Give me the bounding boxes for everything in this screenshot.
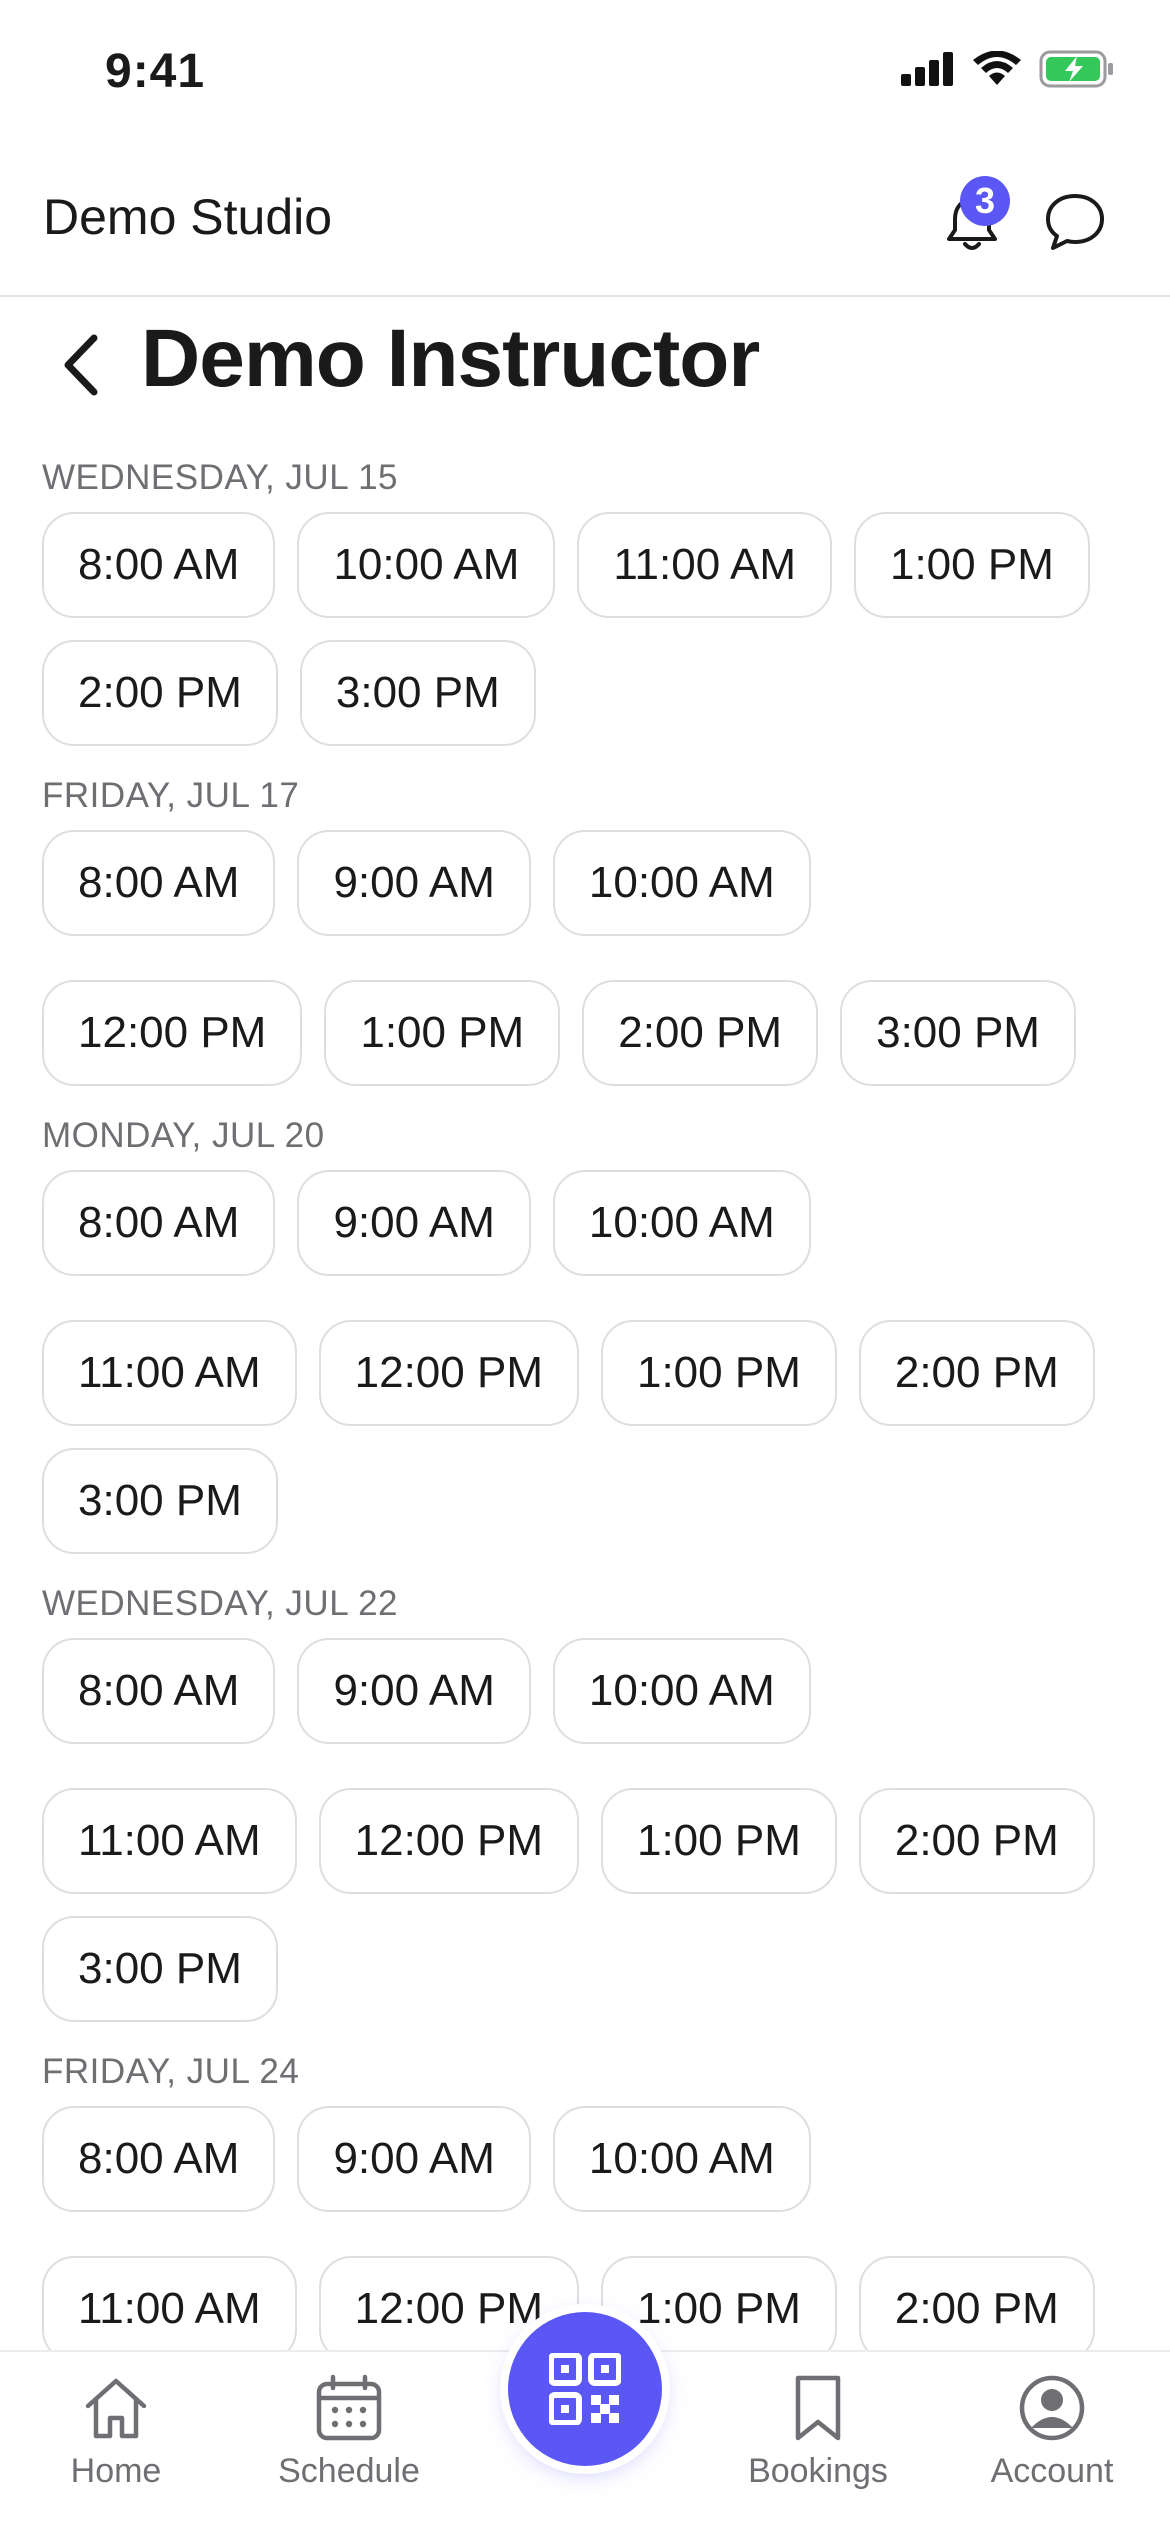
time-slot-button[interactable]: 1:00 PM [853,512,1090,618]
day-group: FRIDAY, JUL 17 8:00 AM 9:00 AM 10:00 AM … [0,776,1170,1086]
time-slot-button[interactable]: 12:00 PM [318,1788,579,1894]
time-slot-button[interactable]: 2:00 PM [858,1320,1095,1426]
page-title: Demo Instructor [141,313,760,404]
time-slot-list: 8:00 AM 9:00 AM 10:00 AM 12:00 PM 1:00 P… [42,830,1128,1086]
time-slot-button[interactable]: 1:00 PM [600,1788,837,1894]
day-label: FRIDAY, JUL 17 [42,776,300,815]
time-slot-button[interactable]: 8:00 AM [42,1170,276,1276]
day-group: FRIDAY, JUL 24 8:00 AM 9:00 AM 10:00 AM … [0,2052,1170,2350]
time-slot-list: 8:00 AM 9:00 AM 10:00 AM 11:00 AM 12:00 … [42,1170,1128,1554]
day-group: WEDNESDAY, JUL 15 8:00 AM 10:00 AM 11:00… [0,458,1170,746]
time-slot-button[interactable]: 10:00 AM [297,512,556,618]
time-slot-button[interactable]: 3:00 PM [299,640,536,746]
nav-schedule-label: Schedule [278,2452,420,2490]
cellular-signal-icon [901,52,953,86]
calendar-icon [316,2374,382,2441]
nav-bookings[interactable]: Bookings [723,2372,913,2491]
qr-scan-button[interactable] [508,2312,662,2466]
back-chevron-icon[interactable] [52,330,112,400]
time-slot-button[interactable]: 2:00 PM [858,2256,1095,2350]
time-slot-button[interactable]: 1:00 PM [324,980,561,1086]
status-bar: 9:41 [0,0,1170,150]
time-slot-button[interactable]: 12:00 PM [318,1320,579,1426]
day-label: MONDAY, JUL 20 [42,1116,325,1155]
time-slot-button[interactable]: 11:00 AM [577,512,832,618]
notification-badge: 3 [960,176,1010,226]
chat-bubble-icon[interactable] [1043,190,1107,254]
app-header: Demo Studio 3 [0,150,1170,297]
nav-home-label: Home [70,2452,162,2490]
time-slot-list: 8:00 AM 9:00 AM 10:00 AM 11:00 AM 12:00 … [42,1638,1128,2022]
time-slot-button[interactable]: 9:00 AM [297,1170,531,1276]
time-slot-button[interactable]: 9:00 AM [297,830,531,936]
time-slot-button[interactable]: 2:00 PM [582,980,819,1086]
time-slot-button[interactable]: 8:00 AM [42,830,276,936]
qr-code-icon [549,2353,621,2425]
studio-name: Demo Studio [43,189,333,245]
day-group: WEDNESDAY, JUL 22 8:00 AM 9:00 AM 10:00 … [0,1584,1170,2022]
nav-account[interactable]: Account [957,2372,1147,2491]
time-slot-button[interactable]: 2:00 PM [858,1788,1095,1894]
bookmark-icon [795,2375,841,2441]
time-slot-button[interactable]: 2:00 PM [42,640,278,746]
time-slot-button[interactable]: 12:00 PM [42,980,303,1086]
time-slot-button[interactable]: 3:00 PM [42,1916,278,2022]
time-slot-button[interactable]: 3:00 PM [840,980,1076,1086]
nav-schedule[interactable]: Schedule [254,2372,444,2491]
battery-charging-icon [1039,50,1113,88]
nav-bookings-label: Bookings [748,2452,888,2490]
time-slot-button[interactable]: 8:00 AM [42,2106,276,2212]
time-slot-button[interactable]: 10:00 AM [552,2106,811,2212]
home-icon [85,2378,147,2439]
status-time: 9:41 [105,45,206,98]
day-group: MONDAY, JUL 20 8:00 AM 9:00 AM 10:00 AM … [0,1116,1170,1554]
time-slot-button[interactable]: 11:00 AM [42,1788,297,1894]
time-slot-button[interactable]: 9:00 AM [297,1638,531,1744]
day-label: WEDNESDAY, JUL 22 [42,1584,399,1623]
time-slot-button[interactable]: 9:00 AM [297,2106,531,2212]
time-slot-list: 8:00 AM 10:00 AM 11:00 AM 1:00 PM 2:00 P… [42,512,1128,746]
time-slot-button[interactable]: 10:00 AM [552,1638,811,1744]
nav-home[interactable]: Home [21,2372,211,2491]
time-slot-button[interactable]: 11:00 AM [42,2256,297,2350]
schedule-list[interactable]: WEDNESDAY, JUL 15 8:00 AM 10:00 AM 11:00… [0,440,1170,2350]
status-icons [901,50,1115,88]
time-slot-button[interactable]: 11:00 AM [42,1320,297,1426]
time-slot-button[interactable]: 1:00 PM [600,1320,837,1426]
time-slot-button[interactable]: 3:00 PM [42,1448,278,1554]
day-label: WEDNESDAY, JUL 15 [42,458,399,497]
wifi-icon [973,51,1021,85]
time-slot-button[interactable]: 10:00 AM [552,1170,811,1276]
time-slot-button[interactable]: 8:00 AM [42,1638,276,1744]
time-slot-button[interactable]: 10:00 AM [552,830,811,936]
time-slot-button[interactable]: 8:00 AM [42,512,276,618]
user-circle-icon [1019,2375,1085,2441]
day-label: FRIDAY, JUL 24 [42,2052,300,2091]
nav-account-label: Account [990,2452,1114,2490]
